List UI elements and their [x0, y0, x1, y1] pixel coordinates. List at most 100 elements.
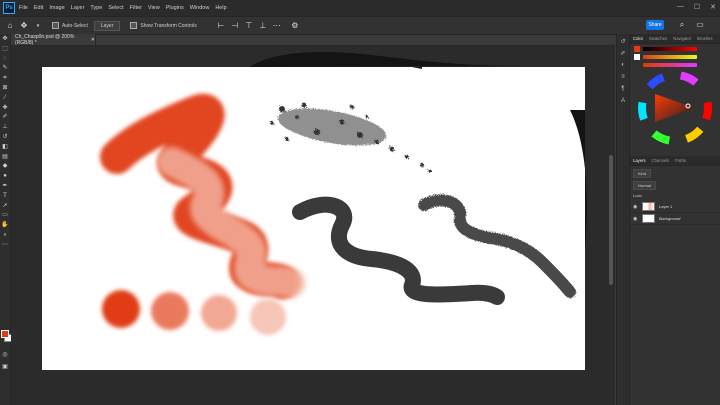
close-button[interactable]: ✕: [710, 3, 716, 11]
red-slider[interactable]: [643, 47, 697, 51]
layer-row[interactable]: ◉ Background: [630, 213, 720, 225]
hand-tool-icon[interactable]: ✋: [1, 221, 9, 229]
search-icon[interactable]: ⌕: [678, 21, 686, 29]
dark-background-shape: [257, 55, 422, 69]
marquee-tool-icon[interactable]: ⬚: [1, 45, 9, 53]
dark-brush-stroke: [292, 196, 505, 305]
document-tab[interactable]: Ch_Chasp0n.psd @ 200% (RGB/8) * ✕: [11, 33, 96, 46]
chevron-down-icon[interactable]: ▾: [34, 22, 42, 30]
menu-help[interactable]: Help: [215, 5, 226, 11]
painting-svg: [100, 55, 576, 335]
tab-layers[interactable]: Layers: [630, 158, 649, 163]
align-left-icon[interactable]: ⊢: [217, 21, 225, 30]
adjustments-icon[interactable]: ◐: [619, 62, 627, 70]
document-canvas[interactable]: [42, 55, 585, 370]
brush-dot-3: [201, 295, 237, 331]
foreground-color-swatch[interactable]: [1, 330, 9, 338]
paragraph-icon[interactable]: ¶: [619, 86, 627, 94]
green-slider[interactable]: [643, 55, 697, 59]
green-slider-row: [634, 54, 717, 60]
menu-select[interactable]: Select: [108, 5, 123, 11]
path-select-tool-icon[interactable]: ➚: [1, 202, 9, 210]
eyedropper-tool-icon[interactable]: ⁄: [1, 94, 9, 102]
menu-window[interactable]: Window: [190, 5, 210, 11]
pen-tool-icon[interactable]: ✒: [1, 182, 9, 190]
tab-color[interactable]: Color: [630, 36, 646, 41]
properties-icon[interactable]: ≡: [619, 74, 627, 82]
vertical-scrollbar[interactable]: [609, 155, 613, 285]
menu-edit[interactable]: Edit: [34, 5, 43, 11]
lock-label: Lock:: [633, 193, 643, 198]
quick-mask-icon[interactable]: ◎: [1, 351, 9, 359]
gradient-tool-icon[interactable]: ▤: [1, 153, 9, 161]
layer-name: Background: [659, 216, 681, 221]
blue-slider-row: [634, 62, 717, 68]
healing-tool-icon[interactable]: ✚: [1, 104, 9, 112]
align-middle-icon[interactable]: ⊥: [259, 21, 267, 30]
menu-image[interactable]: Image: [49, 5, 64, 11]
menu-plugins[interactable]: Plugins: [166, 5, 184, 11]
menu-type[interactable]: Type: [90, 5, 102, 11]
layer-filter-row: Kind: [633, 169, 718, 178]
menu-view[interactable]: View: [148, 5, 160, 11]
visibility-eye-icon[interactable]: ◉: [633, 216, 639, 222]
document-tab-label: Ch_Chasp0n.psd @ 200% (RGB/8) *: [15, 33, 75, 46]
auto-select-checkbox[interactable]: [52, 22, 59, 29]
close-tab-icon[interactable]: ✕: [91, 37, 95, 43]
character-icon[interactable]: A: [619, 98, 627, 106]
eraser-tool-icon[interactable]: ◧: [1, 143, 9, 151]
dodge-tool-icon[interactable]: ●: [1, 172, 9, 180]
kind-filter[interactable]: Kind: [633, 169, 652, 178]
crop-tool-icon[interactable]: ⌗: [1, 74, 9, 82]
blend-mode-dropdown[interactable]: Normal: [633, 181, 656, 190]
home-icon[interactable]: ⌂: [6, 21, 14, 30]
tab-swatches[interactable]: Swatches: [646, 36, 670, 41]
tab-channels[interactable]: Channels: [649, 158, 673, 163]
window-controls: — ☐ ✕: [677, 3, 716, 11]
tab-paths[interactable]: Paths: [672, 158, 689, 163]
history-icon[interactable]: ↺: [619, 38, 627, 46]
shape-tool-icon[interactable]: ▭: [1, 211, 9, 219]
menu-layer[interactable]: Layer: [71, 5, 85, 11]
brush-tool-icon[interactable]: ✐: [1, 113, 9, 121]
screen-mode-icon[interactable]: ▣: [1, 363, 9, 371]
move-icon[interactable]: ✥: [20, 21, 28, 30]
lock-row: Lock:: [633, 193, 718, 198]
maximize-button[interactable]: ☐: [694, 3, 700, 11]
menu-filter[interactable]: Filter: [130, 5, 142, 11]
more-options-icon[interactable]: ⋯: [273, 21, 281, 30]
blur-tool-icon[interactable]: ◆: [1, 162, 9, 170]
align-top-icon[interactable]: ⊤: [245, 21, 253, 30]
color-wheel[interactable]: [630, 70, 720, 145]
minimize-button[interactable]: —: [677, 3, 684, 11]
menu-file[interactable]: File: [19, 5, 28, 11]
layer-dropdown[interactable]: Layer: [93, 20, 121, 31]
tab-brushes[interactable]: Brushes: [694, 36, 715, 41]
stamp-tool-icon[interactable]: ⊥: [1, 123, 9, 131]
blue-slider[interactable]: [643, 63, 697, 67]
charcoal-brush-stroke: [418, 194, 576, 298]
red-slider-row: [634, 46, 717, 52]
visibility-eye-icon[interactable]: ◉: [633, 204, 639, 210]
layer-row[interactable]: ◉ Layer 1: [630, 201, 720, 213]
share-button[interactable]: Share: [646, 20, 664, 30]
brush-dot-4: [250, 299, 286, 335]
lasso-tool-icon[interactable]: ◌: [1, 55, 9, 63]
type-tool-icon[interactable]: T: [1, 192, 9, 200]
transform-checkbox[interactable]: [130, 22, 138, 29]
move-tool-icon[interactable]: ✥: [1, 35, 9, 43]
brush-dot-2: [151, 292, 189, 330]
zoom-tool-icon[interactable]: ⌕: [1, 231, 9, 239]
history-brush-tool-icon[interactable]: ↺: [1, 133, 9, 141]
layers-panel-tabs: Layers Channels Paths: [630, 156, 720, 166]
menu-bar: Ps File Edit Image Layer Type Select Fil…: [0, 0, 720, 16]
brush-settings-icon[interactable]: ✐: [619, 50, 627, 58]
more-tools-icon[interactable]: ⋯: [1, 241, 9, 249]
tab-navigator[interactable]: Navigator: [670, 36, 694, 41]
settings-gear-icon[interactable]: ⚙: [291, 21, 299, 30]
layer-thumbnail: [642, 202, 655, 211]
frame-tool-icon[interactable]: ⊠: [1, 84, 9, 92]
quick-select-tool-icon[interactable]: ✎: [1, 64, 9, 72]
align-center-icon[interactable]: ⊣: [231, 21, 239, 30]
workspace-icon[interactable]: ▭: [696, 21, 704, 29]
